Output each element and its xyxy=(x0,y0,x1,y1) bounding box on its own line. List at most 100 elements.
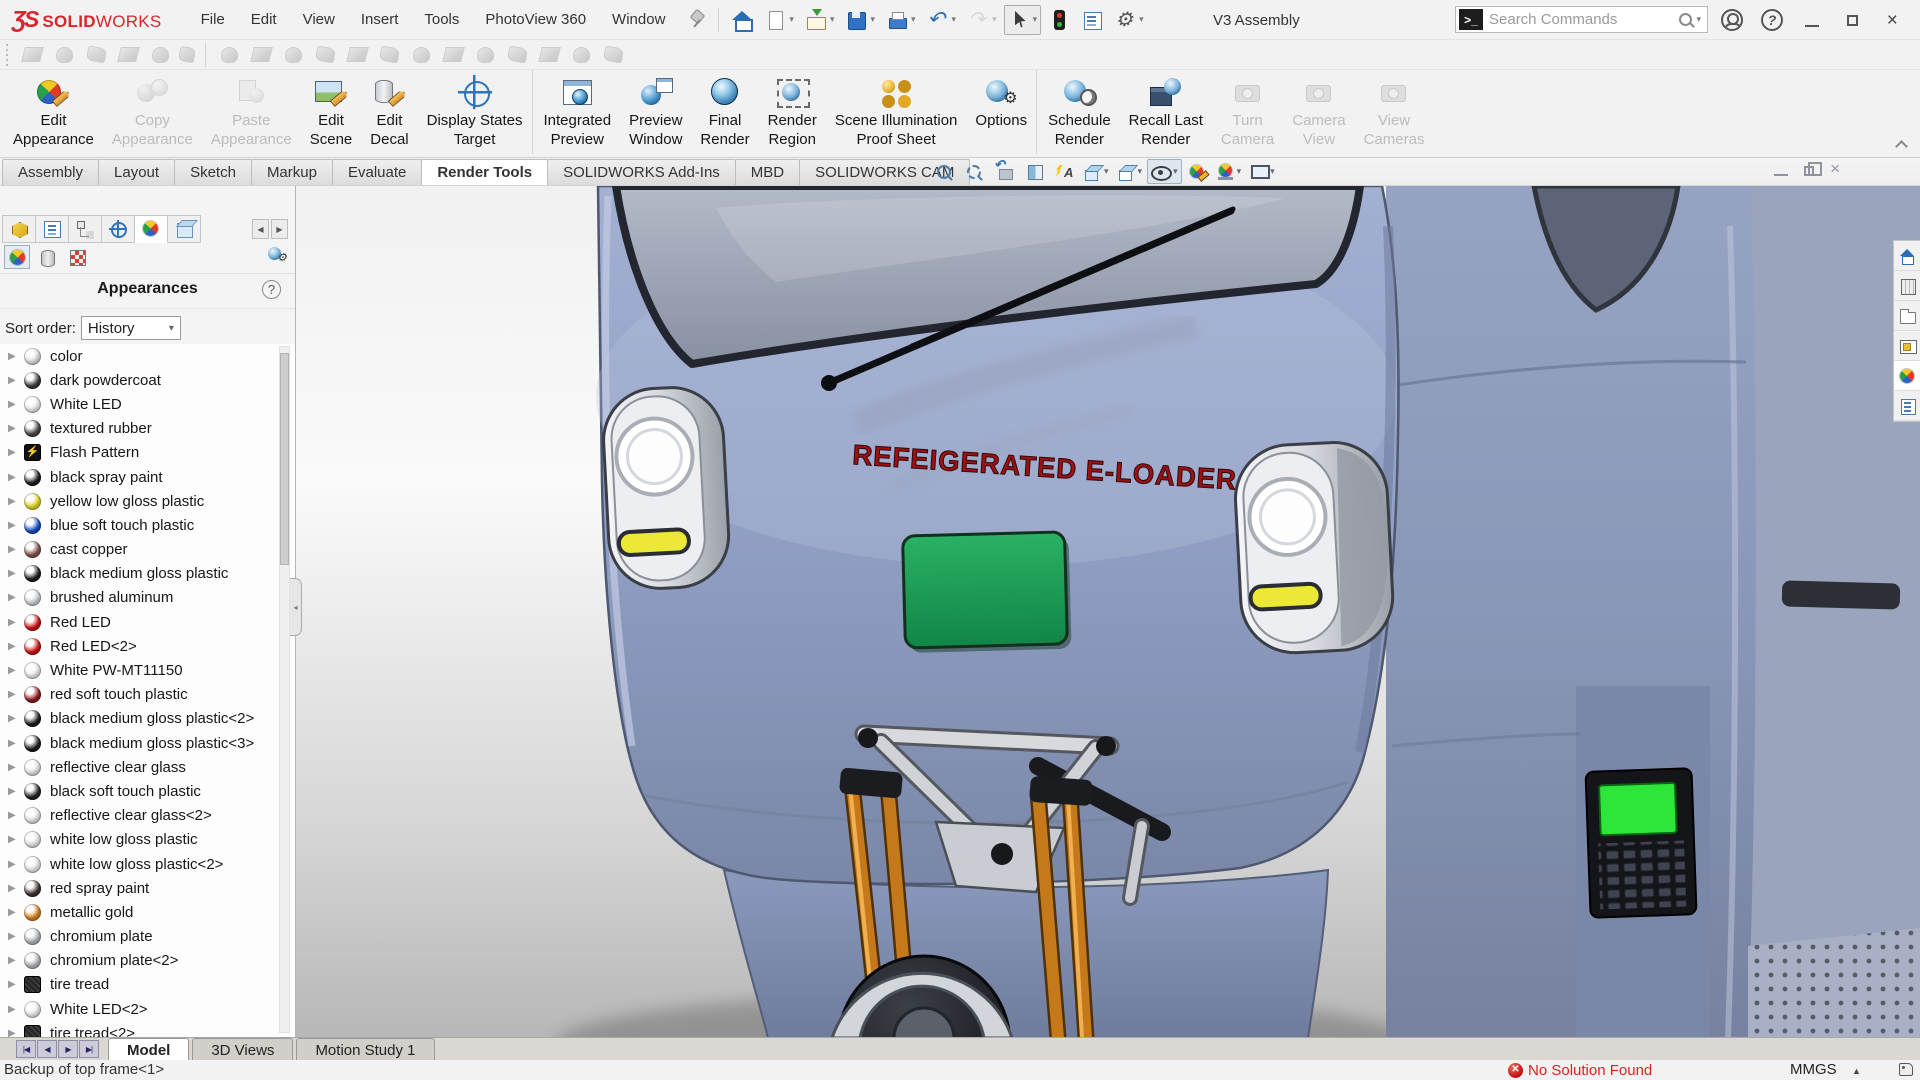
menubar-item[interactable]: PhotoView 360 xyxy=(472,6,599,33)
edit-scene-button[interactable]: Edit Scene xyxy=(301,70,362,154)
3d-scene[interactable]: REFEIGERATED E-LOADER xyxy=(296,186,1920,1038)
view-scene-lights-button[interactable] xyxy=(34,245,60,269)
doc-minimize-icon[interactable] xyxy=(1774,162,1788,176)
file-explorer-icon[interactable] xyxy=(1894,301,1920,331)
copy-appearance-button[interactable]: Copy Appearance xyxy=(103,70,202,154)
expand-arrow-icon[interactable]: ▶ xyxy=(8,592,24,603)
search-input[interactable] xyxy=(1489,11,1679,28)
expand-arrow-icon[interactable]: ▶ xyxy=(8,641,24,652)
disabled-tool-icon[interactable] xyxy=(536,43,563,67)
view-decals-button[interactable] xyxy=(64,245,90,269)
keypad-device[interactable] xyxy=(1586,768,1697,918)
quick-toolbar-button[interactable] xyxy=(801,5,839,35)
doc-close-icon[interactable]: × xyxy=(1830,162,1840,176)
quick-toolbar-button[interactable] xyxy=(1004,5,1042,35)
disabled-tool-icon[interactable] xyxy=(504,43,531,67)
appearance-item[interactable]: ▶ black medium gloss plastic<3> xyxy=(0,731,295,755)
displaymanager-tab[interactable] xyxy=(134,215,168,243)
tab-nav-button[interactable]: ◀ xyxy=(37,1040,57,1058)
apply-scene-button[interactable] xyxy=(1213,159,1246,184)
integrated-preview-button[interactable]: Integrated Preview xyxy=(535,70,621,154)
expand-arrow-icon[interactable]: ▶ xyxy=(8,689,24,700)
disabled-tool-icon[interactable] xyxy=(376,43,403,67)
expand-arrow-icon[interactable]: ▶ xyxy=(8,1028,24,1037)
expand-arrow-icon[interactable]: ▶ xyxy=(8,617,24,628)
options-render-button[interactable]: Options xyxy=(966,70,1037,154)
appearance-item[interactable]: ▶ White PW-MT11150 xyxy=(0,658,295,682)
previous-view-button[interactable] xyxy=(990,159,1019,184)
edit-decal-button[interactable]: Edit Decal xyxy=(361,70,417,154)
schedule-render-button[interactable]: Schedule Render xyxy=(1039,70,1120,154)
expand-arrow-icon[interactable]: ▶ xyxy=(8,762,24,773)
command-tab[interactable]: MBD xyxy=(735,159,800,185)
expand-arrow-icon[interactable]: ▶ xyxy=(8,665,24,676)
expand-arrow-icon[interactable]: ▶ xyxy=(8,713,24,724)
expand-arrow-icon[interactable]: ▶ xyxy=(8,1004,24,1015)
appearance-item[interactable]: ▶ white low gloss plastic xyxy=(0,828,295,852)
document-tab[interactable]: 3D Views xyxy=(192,1038,293,1061)
quick-toolbar-button[interactable] xyxy=(882,5,920,35)
preview-window-button[interactable]: Preview Window xyxy=(620,70,691,154)
expand-arrow-icon[interactable]: ▶ xyxy=(8,544,24,555)
command-tab[interactable]: SOLIDWORKS Add-Ins xyxy=(547,159,736,185)
menubar-item[interactable]: View xyxy=(290,6,348,33)
appearance-item[interactable]: ▶ White LED<2> xyxy=(0,997,295,1021)
command-tab[interactable]: Sketch xyxy=(174,159,252,185)
view-settings-button[interactable] xyxy=(1246,159,1279,184)
configurationmanager-tab[interactable] xyxy=(68,215,102,243)
quick-toolbar-button[interactable] xyxy=(1110,5,1148,35)
custom-properties-icon[interactable] xyxy=(1894,391,1920,421)
appearance-item[interactable]: ▶ textured rubber xyxy=(0,417,295,441)
document-tab[interactable]: Motion Study 1 xyxy=(296,1038,434,1061)
panel-tab-scroll-button[interactable]: ▶ xyxy=(271,219,288,239)
disabled-tool-icon[interactable] xyxy=(344,43,371,67)
quick-toolbar-button[interactable] xyxy=(760,5,798,35)
disabled-tool-icon[interactable] xyxy=(179,43,206,67)
quick-toolbar-button[interactable] xyxy=(923,5,961,35)
expand-arrow-icon[interactable]: ▶ xyxy=(8,834,24,845)
expand-arrow-icon[interactable]: ▶ xyxy=(8,955,24,966)
appearance-item[interactable]: ▶ red spray paint xyxy=(0,876,295,900)
close-button[interactable]: × xyxy=(1872,0,1912,40)
render-options-button[interactable] xyxy=(268,245,285,266)
expand-arrow-icon[interactable]: ▶ xyxy=(8,810,24,821)
scene-illumination-proof-sheet-button[interactable]: Scene Illumination Proof Sheet xyxy=(826,70,967,154)
appearance-item[interactable]: ▶ White LED xyxy=(0,392,295,416)
zoom-to-area-button[interactable] xyxy=(960,159,989,184)
expand-arrow-icon[interactable]: ▶ xyxy=(8,907,24,918)
expand-arrow-icon[interactable]: ▶ xyxy=(8,496,24,507)
disabled-tool-icon[interactable] xyxy=(248,43,275,67)
display-states-target-button[interactable]: Display States Target xyxy=(418,70,533,154)
sort-order-select[interactable]: History ▾ xyxy=(81,316,181,340)
disabled-tool-icon[interactable] xyxy=(472,43,499,67)
menubar-item[interactable]: Edit xyxy=(238,6,290,33)
license-plate[interactable] xyxy=(903,532,1072,653)
appearance-item[interactable]: ▶ metallic gold xyxy=(0,900,295,924)
pin-toolbar-icon[interactable] xyxy=(684,7,710,33)
panel-tab-scroll-button[interactable]: ◀ xyxy=(252,219,269,239)
disabled-tool-icon[interactable] xyxy=(280,43,307,67)
appearance-item[interactable]: ▶ dark powdercoat xyxy=(0,368,295,392)
quick-toolbar-button[interactable] xyxy=(1077,5,1107,35)
expand-arrow-icon[interactable]: ▶ xyxy=(8,859,24,870)
cab-lower-skirt[interactable] xyxy=(724,870,1328,1038)
side-vent-slot[interactable] xyxy=(1782,580,1901,609)
disabled-tool-icon[interactable] xyxy=(408,43,435,67)
appearance-item[interactable]: ▶ cast copper xyxy=(0,538,295,562)
minimize-button[interactable] xyxy=(1792,0,1832,40)
units-indicator[interactable]: MMGS xyxy=(1790,1060,1837,1080)
appearance-item[interactable]: ▶ black medium gloss plastic xyxy=(0,562,295,586)
featuremanager-tab[interactable] xyxy=(2,215,36,243)
appearance-item[interactable]: ▶ Flash Pattern xyxy=(0,441,295,465)
disabled-tool-icon[interactable] xyxy=(19,43,46,67)
view-palette-icon[interactable] xyxy=(1894,331,1920,361)
expand-arrow-icon[interactable]: ▶ xyxy=(8,423,24,434)
appearance-item[interactable]: ▶ Red LED xyxy=(0,610,295,634)
document-tab[interactable]: Model xyxy=(108,1038,189,1061)
appearances-scenes-icon[interactable] xyxy=(1894,361,1920,391)
search-icon[interactable] xyxy=(1679,13,1692,26)
expand-arrow-icon[interactable]: ▶ xyxy=(8,375,24,386)
expand-arrow-icon[interactable]: ▶ xyxy=(8,447,24,458)
appearance-item[interactable]: ▶ red soft touch plastic xyxy=(0,683,295,707)
annotation-views-button[interactable] xyxy=(1050,159,1079,184)
